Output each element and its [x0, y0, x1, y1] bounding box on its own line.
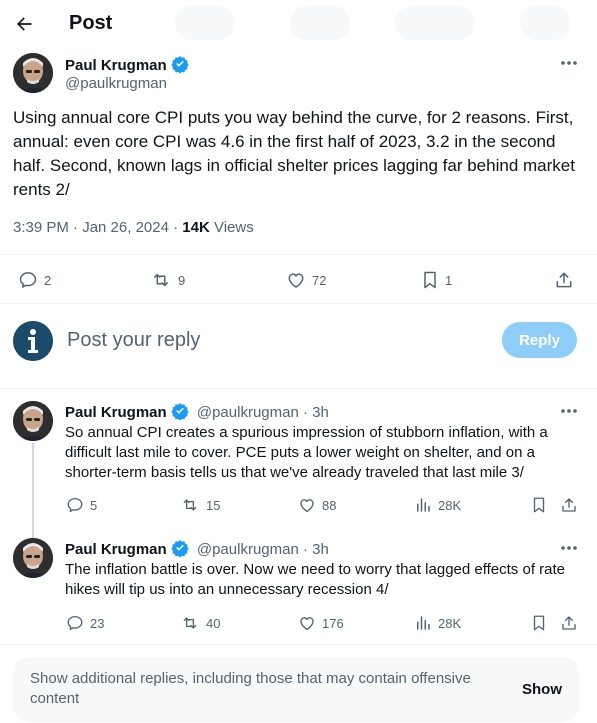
views-count: 28K	[438, 497, 462, 513]
avatar[interactable]	[13, 538, 53, 578]
verified-badge-icon	[170, 403, 189, 420]
divider	[0, 388, 597, 389]
more-icon	[561, 409, 577, 413]
reply-icon	[19, 272, 37, 288]
top-bar: Post	[0, 0, 597, 50]
blurred-background-element	[290, 6, 350, 40]
like-icon	[300, 499, 314, 513]
page-title: Post	[69, 12, 113, 34]
info-icon	[13, 321, 53, 361]
repost-icon	[183, 499, 197, 511]
divider	[0, 254, 597, 255]
reply-age[interactable]: · 3h	[303, 404, 329, 421]
repost-count: 15	[206, 497, 221, 513]
reply-action[interactable]: 23	[66, 614, 104, 632]
bookmark-icon	[533, 615, 545, 631]
views-action[interactable]: 28K	[414, 614, 461, 632]
share-icon	[556, 272, 572, 288]
additional-replies-box: Show additional replies, including those…	[13, 657, 579, 722]
like-icon	[288, 273, 304, 288]
verified-badge-icon	[170, 56, 189, 73]
reply-button[interactable]: Reply	[502, 322, 577, 358]
reply-icon	[67, 497, 83, 513]
repost-action[interactable]: 40	[180, 614, 220, 632]
author-name[interactable]: Paul Krugman	[65, 404, 167, 421]
views-count: 28K	[438, 615, 462, 631]
repost-action[interactable]: 9	[150, 270, 185, 290]
like-count: 88	[322, 497, 337, 513]
reply-header: Paul Krugman @paulkrugman · 3h	[65, 539, 329, 558]
author-handle[interactable]: @paulkrugman	[197, 541, 299, 558]
bookmark-count: 1	[445, 272, 453, 288]
bookmark-action[interactable]: 1	[421, 270, 452, 290]
blurred-background-element	[520, 6, 570, 40]
bookmark-icon	[424, 271, 436, 289]
like-action[interactable]: 88	[298, 496, 336, 514]
views-action[interactable]: 28K	[414, 496, 461, 514]
avatar[interactable]	[13, 401, 53, 441]
show-button[interactable]: Show	[522, 681, 562, 698]
share-action[interactable]	[560, 614, 578, 632]
repost-icon	[154, 273, 168, 287]
user-avatar[interactable]	[13, 321, 53, 361]
more-options-button[interactable]	[556, 401, 582, 421]
reply-header: Paul Krugman @paulkrugman · 3h	[65, 402, 329, 421]
blurred-background-element	[395, 6, 475, 40]
views-icon	[417, 616, 430, 630]
repost-count: 9	[178, 272, 186, 288]
like-action[interactable]: 72	[286, 270, 326, 290]
share-icon	[562, 498, 576, 512]
views-count: 14K	[182, 219, 210, 236]
views-icon	[417, 498, 430, 512]
bookmark-action[interactable]	[531, 496, 547, 514]
bookmark-action[interactable]	[531, 614, 547, 632]
repost-icon	[183, 617, 197, 629]
like-count: 176	[322, 615, 344, 631]
reply-age[interactable]: · 3h	[303, 541, 329, 558]
blurred-background-element	[175, 6, 235, 40]
additional-replies-text: Show additional replies, including those…	[30, 670, 471, 707]
author-handle[interactable]: @paulkrugman	[197, 404, 299, 421]
more-options-button[interactable]	[556, 538, 582, 558]
more-icon	[561, 61, 577, 65]
divider	[0, 303, 597, 304]
reply-text: The inflation battle is over. Now we nee…	[65, 561, 566, 598]
share-icon	[562, 616, 576, 630]
reply-count: 2	[44, 272, 52, 288]
author-name[interactable]: Paul Krugman	[65, 541, 167, 558]
avatar[interactable]	[13, 53, 53, 93]
share-action[interactable]	[560, 496, 578, 514]
like-action[interactable]: 176	[298, 614, 344, 632]
post-meta: 3:39 PM · Jan 26, 2024 · 14K Views	[13, 219, 254, 236]
like-count: 72	[312, 272, 327, 288]
reply-input[interactable]: Post your reply	[67, 329, 200, 352]
reply-action[interactable]: 5	[66, 496, 97, 514]
repost-action[interactable]: 15	[180, 496, 220, 514]
reply-text: So annual CPI creates a spurious impress…	[65, 424, 548, 481]
like-icon	[300, 617, 314, 631]
post-timestamp[interactable]: 3:39 PM · Jan 26, 2024 ·	[13, 219, 182, 236]
back-button[interactable]	[8, 8, 40, 40]
divider	[0, 644, 597, 645]
reply-action[interactable]: 2	[18, 270, 51, 290]
thread-connector	[32, 443, 34, 538]
more-options-button[interactable]	[556, 53, 582, 73]
reply-icon	[67, 615, 83, 631]
author-handle[interactable]: @paulkrugman	[65, 75, 167, 92]
more-icon	[561, 546, 577, 550]
repost-count: 40	[206, 615, 221, 631]
back-arrow-icon	[17, 17, 32, 31]
bookmark-icon	[533, 497, 545, 513]
reply-count: 23	[90, 615, 105, 631]
author-name[interactable]: Paul Krugman	[65, 57, 167, 74]
views-label: Views	[209, 219, 254, 236]
reply-count: 5	[90, 497, 98, 513]
post-text: Using annual core CPI puts you way behin…	[13, 108, 575, 199]
author-block: Paul Krugman	[65, 55, 189, 75]
verified-badge-icon	[170, 540, 189, 557]
share-action[interactable]	[554, 270, 574, 290]
